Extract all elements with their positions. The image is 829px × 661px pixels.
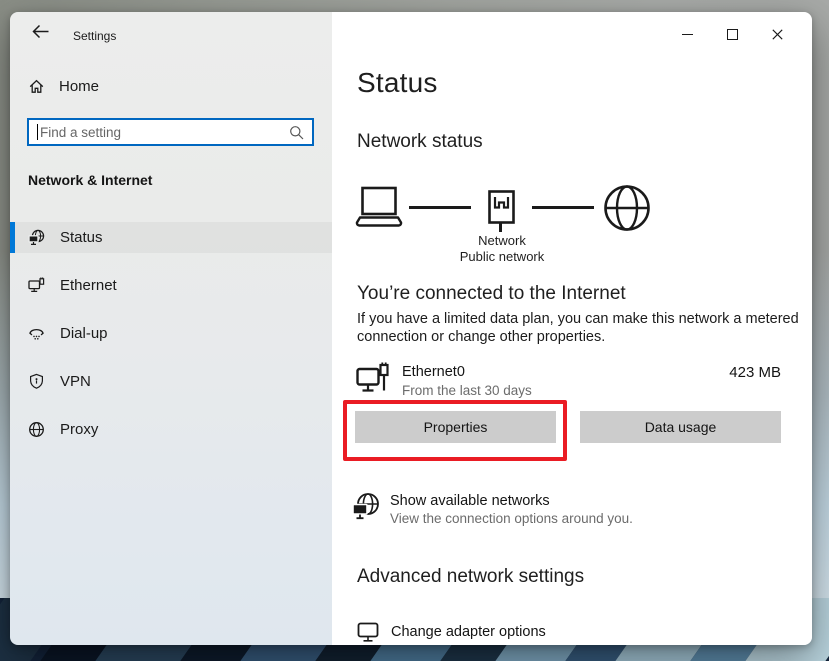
adapter-data-used: 423 MB bbox=[729, 364, 781, 381]
network-label: Network bbox=[412, 233, 592, 249]
sidebar-section-title: Network & Internet bbox=[28, 172, 152, 188]
change-adapter-label: Change adapter options bbox=[391, 624, 546, 640]
dialup-icon bbox=[28, 325, 45, 342]
search-input[interactable] bbox=[38, 125, 289, 140]
connection-stem bbox=[499, 223, 502, 232]
app-title: Settings bbox=[73, 29, 116, 43]
data-usage-button[interactable]: Data usage bbox=[580, 411, 781, 443]
laptop-icon bbox=[355, 186, 403, 228]
proxy-globe-icon bbox=[28, 421, 45, 438]
maximize-icon bbox=[727, 29, 738, 40]
network-plug-icon bbox=[488, 190, 515, 224]
sidebar-item-label: Dial-up bbox=[60, 325, 108, 342]
vpn-shield-icon bbox=[28, 373, 45, 390]
close-icon bbox=[772, 29, 783, 40]
network-status-heading: Network status bbox=[357, 131, 483, 153]
adapter-period: From the last 30 days bbox=[402, 383, 532, 398]
sidebar-item-label: VPN bbox=[60, 373, 91, 390]
connection-line bbox=[409, 206, 471, 209]
minimize-icon bbox=[682, 34, 693, 35]
sidebar-item-label: Ethernet bbox=[60, 277, 117, 294]
change-adapter-options-item[interactable]: Change adapter options bbox=[332, 618, 792, 645]
sidebar-item-home[interactable]: Home bbox=[10, 73, 332, 99]
network-node-label: Network Public network bbox=[412, 233, 592, 265]
maximize-button[interactable] bbox=[710, 20, 755, 48]
settings-window: Settings Home Network & Internet bbox=[10, 12, 812, 645]
network-status-icon bbox=[28, 229, 45, 246]
ethernet-adapter-icon bbox=[356, 362, 390, 395]
search-box[interactable] bbox=[27, 118, 314, 146]
internet-globe-icon bbox=[603, 184, 651, 232]
connected-body: If you have a limited data plan, you can… bbox=[357, 311, 805, 346]
sidebar-item-vpn[interactable]: VPN bbox=[10, 366, 332, 397]
adapter-options-icon bbox=[357, 621, 380, 643]
back-arrow-icon bbox=[32, 24, 50, 39]
search-icon bbox=[289, 125, 304, 140]
show-networks-title: Show available networks bbox=[390, 493, 550, 509]
sidebar-item-ethernet[interactable]: Ethernet bbox=[10, 270, 332, 301]
sidebar: Settings Home Network & Internet bbox=[10, 12, 332, 645]
main-pane: Status Network status Network bbox=[332, 12, 812, 645]
sidebar-item-label: Status bbox=[60, 229, 103, 246]
ethernet-icon bbox=[28, 277, 45, 294]
show-networks-subtitle: View the connection options around you. bbox=[390, 511, 633, 526]
properties-button[interactable]: Properties bbox=[355, 411, 556, 443]
minimize-button[interactable] bbox=[665, 20, 710, 48]
public-network-label: Public network bbox=[412, 249, 592, 265]
sidebar-item-label: Home bbox=[59, 78, 99, 95]
connected-heading: You’re connected to the Internet bbox=[357, 283, 626, 305]
sidebar-item-label: Proxy bbox=[60, 421, 98, 438]
connection-line bbox=[532, 206, 594, 209]
selected-indicator bbox=[10, 222, 15, 253]
show-available-networks-item[interactable]: Show available networks View the connect… bbox=[332, 489, 792, 537]
close-button[interactable] bbox=[755, 20, 800, 48]
adapter-name: Ethernet0 bbox=[402, 364, 465, 380]
home-icon bbox=[28, 78, 45, 95]
page-title: Status bbox=[357, 67, 438, 99]
window-controls bbox=[665, 20, 800, 48]
sidebar-item-proxy[interactable]: Proxy bbox=[10, 414, 332, 445]
available-networks-icon bbox=[352, 492, 380, 520]
sidebar-item-dialup[interactable]: Dial-up bbox=[10, 318, 332, 349]
back-button[interactable] bbox=[28, 20, 54, 42]
sidebar-item-status[interactable]: Status bbox=[10, 222, 332, 253]
advanced-heading: Advanced network settings bbox=[357, 566, 584, 588]
